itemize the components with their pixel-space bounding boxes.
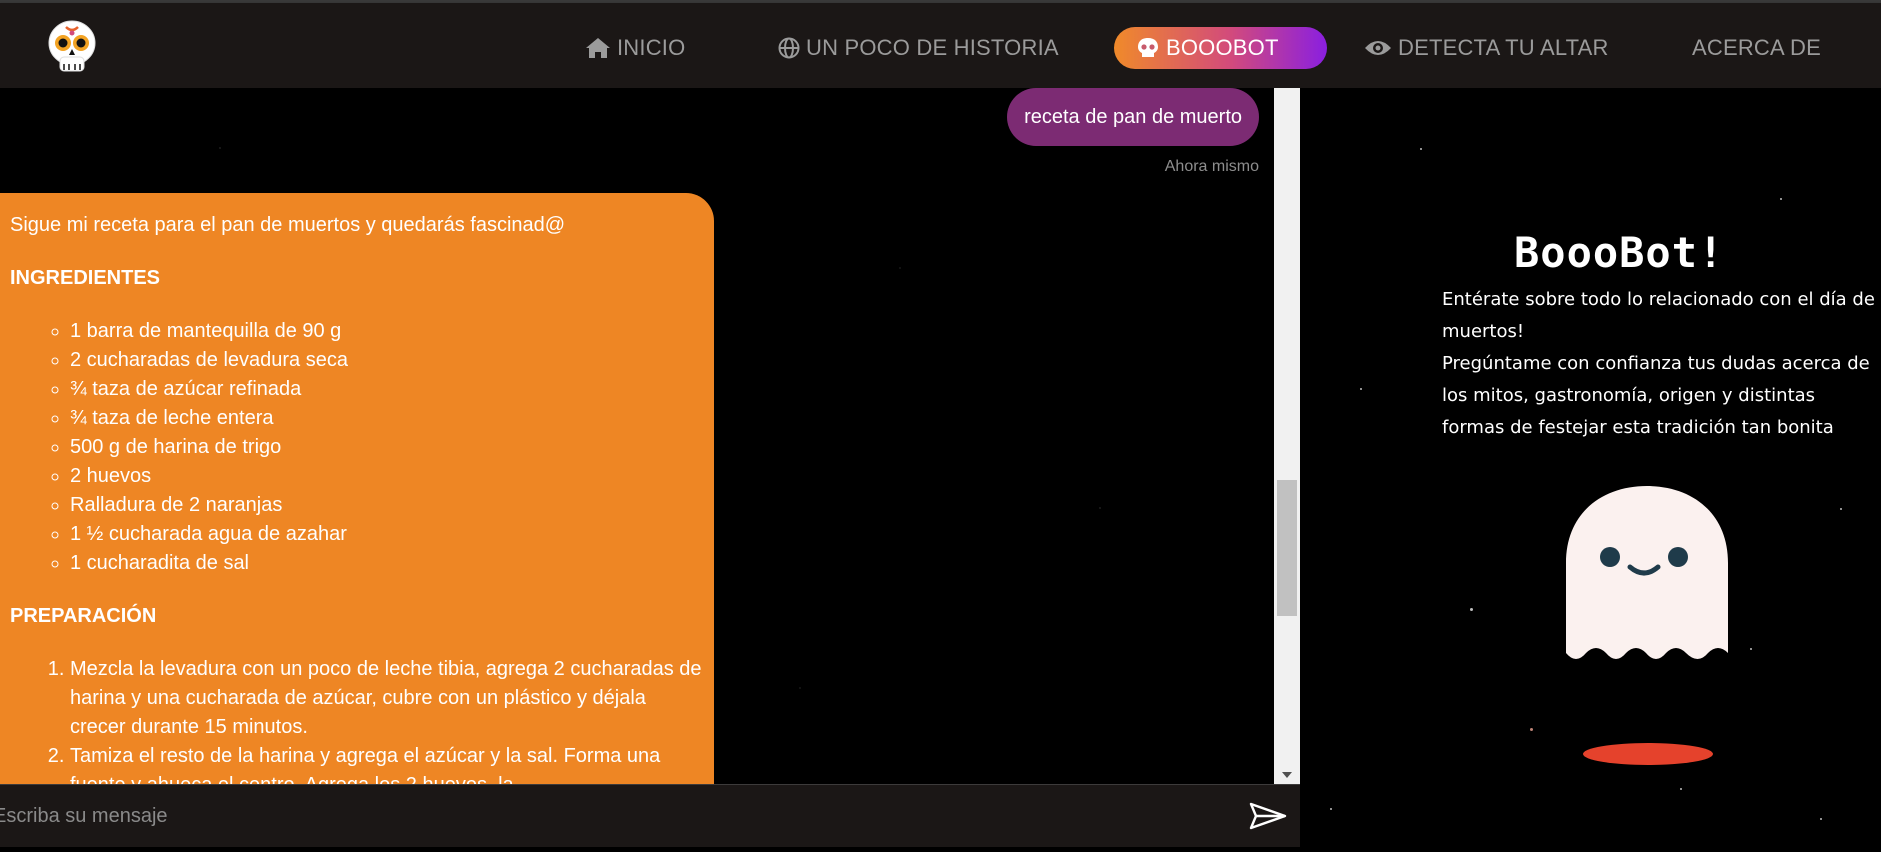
- star: [1780, 198, 1782, 200]
- list-item: ¾ taza de leche entera: [70, 404, 704, 433]
- user-message-bubble: receta de pan de muerto: [1007, 88, 1259, 146]
- nav-acerca-de-label: ACERCA DE: [1692, 35, 1821, 60]
- panel-description-line1: Entérate sobre todo lo relacionado con e…: [1442, 289, 1875, 342]
- scrollbar-thumb[interactable]: [1277, 480, 1297, 616]
- ghost-shadow: [1583, 743, 1713, 765]
- panel-description: Entérate sobre todo lo relacionado con e…: [1442, 284, 1881, 444]
- panel-title: BoooBot!: [1514, 228, 1725, 277]
- list-item: 2 cucharadas de levadura seca: [70, 346, 704, 375]
- user-message-text: receta de pan de muerto: [1024, 105, 1242, 128]
- list-item: 2 huevos: [70, 462, 704, 491]
- navbar: INICIO UN POCO DE HISTORIA BOOOBOT DETEC…: [0, 3, 1881, 88]
- nav-inicio[interactable]: INICIO: [585, 27, 685, 69]
- home-icon: [586, 38, 610, 58]
- star: [1530, 728, 1533, 731]
- send-icon[interactable]: [1248, 801, 1288, 831]
- bot-message-bubble: Sigue mi receta para el pan de muertos y…: [0, 193, 714, 784]
- sugar-skull-logo[interactable]: [46, 19, 98, 75]
- ingredients-heading: INGREDIENTES: [10, 267, 161, 289]
- nav-historia[interactable]: UN POCO DE HISTORIA: [778, 27, 1059, 69]
- star: [1470, 608, 1473, 611]
- nav-booobot[interactable]: BOOOBOT: [1114, 27, 1327, 69]
- eye-icon: [1365, 41, 1391, 55]
- skull-icon: [1138, 38, 1158, 57]
- nav-booobot-label: BOOOBOT: [1166, 35, 1279, 60]
- nav-acerca-de[interactable]: ACERCA DE: [1692, 27, 1821, 69]
- scroll-down-arrow-icon[interactable]: [1282, 772, 1292, 778]
- chat-messages[interactable]: receta de pan de muerto Ahora mismo Sigu…: [0, 88, 1274, 784]
- nav-detecta-altar-label: DETECTA TU ALTAR: [1398, 35, 1609, 60]
- star: [1680, 788, 1682, 790]
- star: [1820, 818, 1822, 820]
- chat-scrollbar[interactable]: [1274, 88, 1300, 784]
- star: [1420, 148, 1422, 150]
- nav-historia-label: UN POCO DE HISTORIA: [806, 35, 1059, 60]
- star: [1840, 508, 1842, 510]
- list-item: Tamiza el resto de la harina y agrega el…: [70, 742, 704, 784]
- list-item: Ralladura de 2 naranjas: [70, 491, 704, 520]
- list-item: Mezcla la levadura con un poco de leche …: [70, 655, 704, 742]
- star: [1330, 808, 1332, 810]
- list-item: ¾ taza de azúcar refinada: [70, 375, 704, 404]
- panel-description-line2: Pregúntame con confianza tus dudas acerc…: [1442, 353, 1870, 438]
- list-item: 1 ½ cucharada agua de azahar: [70, 520, 704, 549]
- list-item: 1 cucharadita de sal: [70, 549, 704, 578]
- message-composer: [0, 784, 1300, 847]
- bot-intro: Sigue mi receta para el pan de muertos y…: [10, 214, 566, 236]
- ingredients-list: 1 barra de mantequilla de 90 g 2 cuchara…: [10, 317, 704, 578]
- nav-inicio-label: INICIO: [617, 35, 686, 60]
- preparation-heading: PREPARACIÓN: [10, 605, 157, 627]
- list-item: 500 g de harina de trigo: [70, 433, 704, 462]
- nav-detecta-altar[interactable]: DETECTA TU ALTAR: [1364, 27, 1609, 69]
- booobot-info-panel: BoooBot! Entérate sobre todo lo relacion…: [1300, 88, 1881, 852]
- list-item: 1 barra de mantequilla de 90 g: [70, 317, 704, 346]
- steps-list: Mezcla la levadura con un poco de leche …: [10, 655, 704, 784]
- star: [1360, 388, 1362, 390]
- message-input[interactable]: [0, 785, 1220, 847]
- message-timestamp: Ahora mismo: [1164, 158, 1259, 175]
- star: [1750, 648, 1752, 650]
- ghost-mascot-icon: [1566, 486, 1728, 659]
- globe-icon: [778, 37, 800, 59]
